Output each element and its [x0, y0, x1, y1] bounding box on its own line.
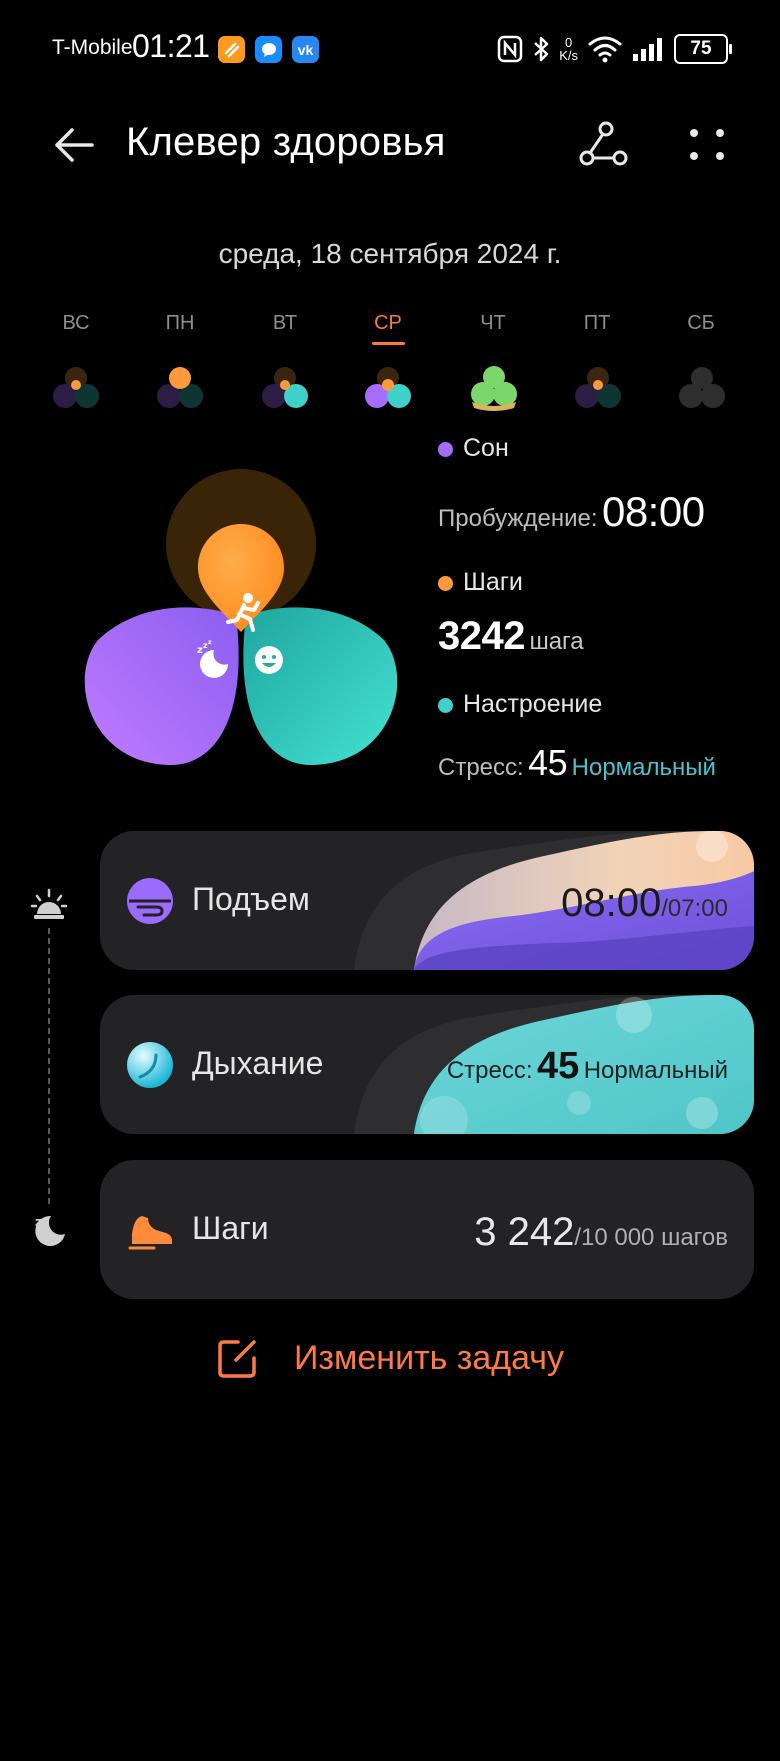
day-tab-sun[interactable]: ВС — [36, 312, 116, 335]
wakeup-summary: Пробуждение: 08:00 — [438, 488, 705, 535]
stress-summary: Стресс: 45 Нормальный — [438, 742, 716, 783]
mini-clover-mon[interactable] — [152, 364, 208, 412]
steps-card[interactable]: Шаги 3 242/10 000 шагов — [100, 1160, 754, 1299]
mini-clover-thu[interactable] — [466, 364, 522, 412]
steps-dot — [438, 576, 453, 592]
smiley-face-icon — [255, 646, 283, 674]
page-title: Клевер здоровья — [126, 120, 446, 164]
day-tab-tue[interactable]: ВТ — [245, 312, 325, 335]
status-bar: T-Mobile 01:21 vk 0 K/s 75 — [0, 0, 780, 100]
alarm-bell-icon — [30, 888, 68, 919]
status-right: 0 K/s 75 — [497, 30, 732, 68]
bluetooth-icon — [534, 36, 549, 62]
moon-sleep-icon: z — [35, 1215, 65, 1246]
back-button[interactable] — [48, 118, 102, 172]
day-tab-mon[interactable]: ПН — [140, 312, 220, 335]
carrier-name: T-Mobile — [52, 36, 133, 59]
timeline-dashed-line — [48, 928, 50, 1204]
share-icon — [579, 121, 628, 166]
more-dots-icon — [690, 129, 724, 160]
edit-icon — [218, 1340, 256, 1378]
steps-summary: 3242 шага — [438, 614, 584, 658]
breathing-icon — [127, 1042, 173, 1088]
mood-dot — [438, 698, 453, 714]
steps-card-value: 3 242/10 000 шагов — [474, 1210, 728, 1254]
svg-text:z: z — [35, 1215, 42, 1229]
sleep-dot — [438, 442, 453, 458]
active-day-indicator — [372, 342, 405, 345]
mini-clover-tue[interactable] — [257, 364, 313, 412]
signal-icon — [633, 38, 662, 61]
sleep-petal — [84, 607, 239, 766]
edit-task-button[interactable]: Изменить задачу — [0, 1330, 780, 1386]
day-tab-fri[interactable]: ПТ — [557, 312, 637, 335]
legend-sleep: Сон — [438, 434, 509, 463]
back-arrow-icon — [55, 128, 94, 162]
legend-mood: Настроение — [438, 690, 602, 719]
more-options-button[interactable] — [680, 118, 734, 172]
network-speed: 0 K/s — [559, 35, 578, 63]
steps-card-title: Шаги — [192, 1210, 269, 1246]
sneaker-icon — [128, 1216, 172, 1250]
edit-task-label: Изменить задачу — [293, 1338, 565, 1377]
selected-date: среда, 18 сентября 2024 г. — [218, 238, 562, 269]
legend-steps: Шаги — [438, 568, 523, 597]
share-button[interactable] — [576, 118, 630, 172]
notification-app-icon — [218, 36, 245, 63]
vk-app-icon: vk — [292, 36, 319, 63]
mini-clover-sun[interactable] — [48, 364, 104, 412]
day-tab-thu[interactable]: ЧТ — [453, 312, 533, 335]
status-time: 01:21 — [132, 28, 210, 64]
day-tab-sat[interactable]: СБ — [661, 312, 741, 335]
breathing-card[interactable]: Дыхание Стресс: 45 Нормальный — [100, 995, 754, 1134]
breathing-card-value: Стресс: 45 Нормальный — [446, 1045, 728, 1087]
wifi-icon — [588, 36, 622, 63]
mini-clover-sat[interactable] — [674, 364, 730, 412]
mood-petal — [243, 607, 398, 766]
mini-clover-wed[interactable] — [360, 364, 416, 412]
battery-indicator: 75 — [674, 34, 732, 64]
wakeup-card-title: Подъем — [192, 881, 310, 917]
wakeup-card-value: 08:00/07:00 — [561, 881, 728, 925]
nfc-icon — [497, 35, 523, 63]
breathing-card-title: Дыхание — [192, 1045, 324, 1081]
mini-clover-fri[interactable] — [570, 364, 626, 412]
health-clover-chart: z z z — [84, 469, 398, 766]
day-tab-wed[interactable]: СР — [348, 312, 428, 335]
messages-app-icon — [255, 36, 282, 63]
wakeup-card[interactable]: Подъем 08:00/07:00 — [100, 831, 754, 970]
svg-text:z: z — [208, 639, 212, 646]
wakeup-icon — [127, 878, 173, 924]
